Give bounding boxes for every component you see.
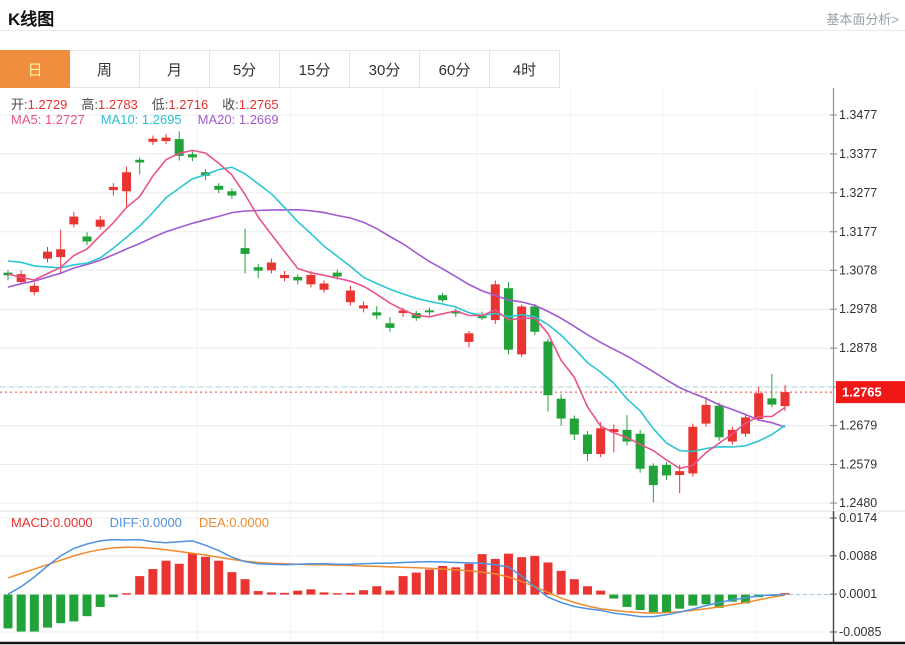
close-value: 1.2765 <box>239 97 279 112</box>
tab-period-6[interactable]: 60分 <box>420 50 490 88</box>
high-label: 高: <box>81 97 98 112</box>
fundamental-analysis-link[interactable]: 基本面分析> <box>826 9 899 28</box>
svg-text:1.3177: 1.3177 <box>839 225 877 239</box>
reference-lines <box>0 387 835 392</box>
period-tabs: 日周月5分15分30分60分4时 <box>0 50 560 88</box>
svg-text:1.3377: 1.3377 <box>839 147 877 161</box>
tab-period-2[interactable]: 月 <box>140 50 210 88</box>
ohlc-legend: 开:1.2729 高:1.2783 低:1.2716 收:1.2765 <box>11 94 293 113</box>
macd-value: MACD:0.0000 <box>11 515 93 530</box>
tab-period-3[interactable]: 5分 <box>210 50 280 88</box>
tab-period-0[interactable]: 日 <box>0 50 70 88</box>
open-value: 1.2729 <box>28 97 68 112</box>
price-axis: 1.3477 1.3377 1.3277 1.3177 1.3078 1.2978 1.28… <box>830 108 877 510</box>
dea-value: DEA:0.0000 <box>199 515 269 530</box>
svg-text:1.3277: 1.3277 <box>839 186 877 200</box>
tab-period-4[interactable]: 15分 <box>280 50 350 88</box>
tab-period-7[interactable]: 4时 <box>490 50 560 88</box>
kline-page: K线图 基本面分析> 日周月5分15分30分60分4时 开:1.2729高:1.… <box>0 0 905 645</box>
svg-text:1.2978: 1.2978 <box>839 302 877 316</box>
macd-histogram <box>4 554 790 632</box>
open-label: 开: <box>11 97 28 112</box>
page-title: K线图 <box>8 5 54 30</box>
ma-legend: MA5: 1.2727 MA10: 1.2695 MA20: 1.2669 <box>11 112 279 127</box>
svg-text:-0.0085: -0.0085 <box>839 625 881 639</box>
svg-text:0.0088: 0.0088 <box>839 549 877 563</box>
svg-text:0.0174: 0.0174 <box>839 511 877 525</box>
diff-value: DIFF:0.0000 <box>110 515 182 530</box>
ma10-legend: MA10: 1.2695 <box>101 112 182 127</box>
high-value: 1.2783 <box>98 97 138 112</box>
grid-lines <box>0 88 833 640</box>
ma20-legend: MA20: 1.2669 <box>198 112 279 127</box>
svg-text:1.2579: 1.2579 <box>839 458 877 472</box>
svg-text:1.2480: 1.2480 <box>839 496 877 510</box>
svg-text:1.2878: 1.2878 <box>839 341 877 355</box>
low-value: 1.2716 <box>168 97 208 112</box>
svg-text:1.3078: 1.3078 <box>839 263 877 277</box>
tab-period-5[interactable]: 30分 <box>350 50 420 88</box>
svg-text:0.0001: 0.0001 <box>839 587 877 601</box>
macd-legend: MACD:0.0000 DIFF:0.0000 DEA:0.0000 <box>11 515 269 530</box>
low-label: 低: <box>152 97 169 112</box>
current-price-box: 1.2765 <box>836 381 905 403</box>
ma5-legend: MA5: 1.2727 <box>11 112 85 127</box>
tab-period-1[interactable]: 周 <box>70 50 140 88</box>
svg-text:1.2679: 1.2679 <box>839 419 877 433</box>
svg-text:1.3477: 1.3477 <box>839 108 877 122</box>
header-divider <box>0 30 905 31</box>
svg-text:1.2765: 1.2765 <box>842 385 882 400</box>
panel-borders <box>0 88 905 643</box>
close-label: 收: <box>222 97 239 112</box>
